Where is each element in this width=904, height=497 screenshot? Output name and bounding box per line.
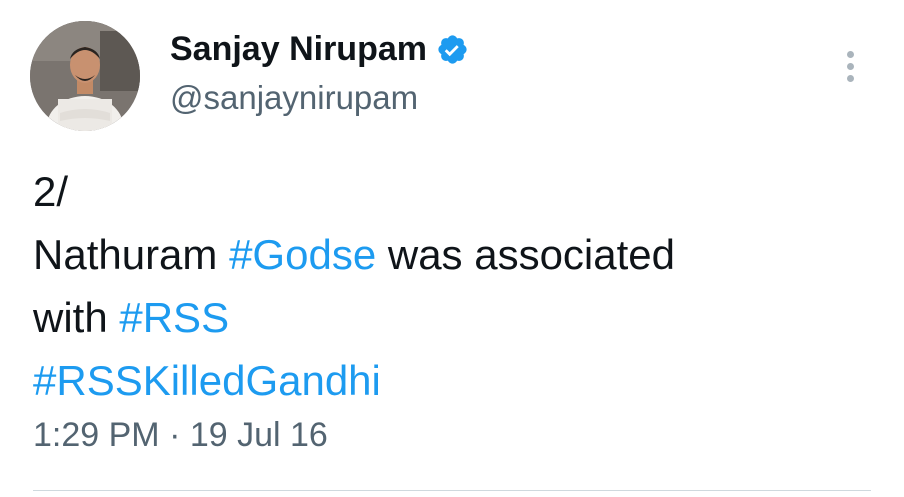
author-display-name[interactable]: Sanjay Nirupam xyxy=(170,30,427,69)
verified-badge-icon[interactable] xyxy=(436,33,469,66)
hashtag-link-rss[interactable]: #RSS xyxy=(119,294,229,341)
tweet-text-segment: was associated xyxy=(376,231,676,278)
divider xyxy=(33,490,871,491)
tweet-text-segment: with xyxy=(33,294,120,341)
avatar-photo xyxy=(30,21,140,131)
avatar[interactable] xyxy=(30,21,140,131)
tweet-text-segment: Nathuram xyxy=(33,231,230,278)
author-handle[interactable]: @sanjaynirupam xyxy=(170,79,418,117)
tweet-line-1: 2/ xyxy=(33,168,69,215)
tweet-text: 2/ Nathuram #Godse was associated with #… xyxy=(33,160,675,412)
tweet-line: Nathuram #Godse was associated xyxy=(33,223,675,286)
hashtag-link-rsskilledgandhi[interactable]: #RSSKilledGandhi xyxy=(33,357,381,404)
more-options-icon[interactable] xyxy=(836,46,866,86)
tweet-timestamp[interactable]: 1:29 PM · 19 Jul 16 xyxy=(33,416,328,455)
tweet-line: 2/ xyxy=(33,160,675,223)
hashtag-link-godse[interactable]: #Godse xyxy=(229,231,376,278)
tweet-line: with #RSS xyxy=(33,286,675,349)
tweet-line: #RSSKilledGandhi xyxy=(33,349,675,412)
author-name-row[interactable]: Sanjay Nirupam xyxy=(170,30,469,69)
